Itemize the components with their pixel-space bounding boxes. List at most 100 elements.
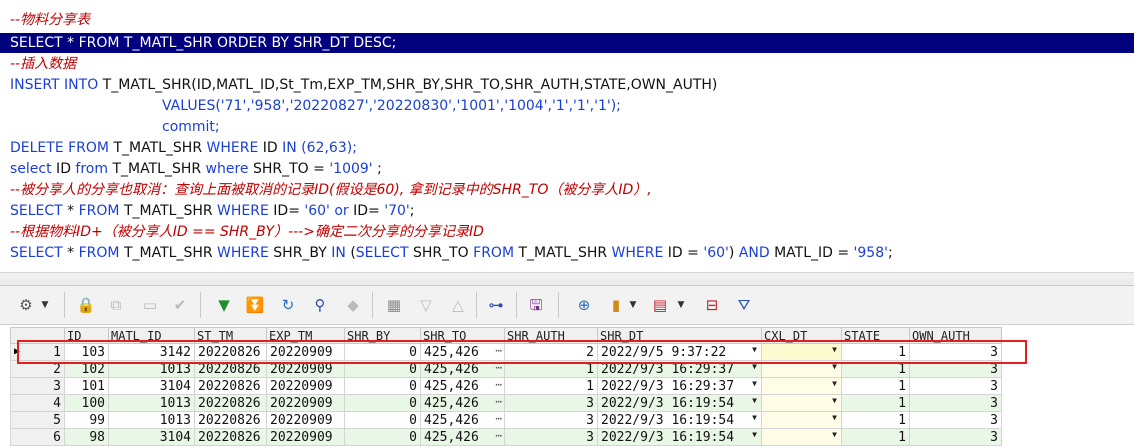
cell-shr-to[interactable]: 425,426 ⋯ [420,394,505,412]
chevron-down-icon[interactable]: ▼ [832,379,837,388]
chevron-down-icon[interactable]: ▼ [40,295,50,315]
filter-icon[interactable]: ⛛ [734,295,754,315]
table-row[interactable]: 2 102 1013 20220826 20220909 0 425,426 ⋯ … [10,360,1002,378]
cell-shr-to[interactable]: 425,426 ⋯ [420,360,505,378]
query-by-example-icon[interactable]: ⚲ [310,295,330,315]
save-icon[interactable]: 🖫 [526,295,546,315]
cell-shr-to[interactable]: 425,426 ⋯ [420,377,505,395]
column-header[interactable]: MATL_ID [108,327,195,344]
cell-shr-auth[interactable]: 3 [504,411,598,429]
cell-cxl-dt[interactable]: ▼ [761,428,842,446]
column-header[interactable]: CXL_DT [761,327,842,344]
cell-matl-id[interactable]: 1013 [108,411,195,429]
cell-st-tm[interactable]: 20220826 [194,343,267,361]
link-icon[interactable]: ⊶ [486,295,506,315]
cell-matl-id[interactable]: 1013 [108,394,195,412]
column-header[interactable]: SHR_AUTH [504,327,598,344]
cell-own-auth[interactable]: 3 [909,428,1002,446]
cell-exp-tm[interactable]: 20220909 [266,428,345,446]
column-header[interactable]: OWN_AUTH [909,327,1002,344]
horizontal-scrollbar[interactable] [0,272,1134,279]
fetch-next-icon[interactable]: ▼ [214,295,234,315]
cell-shr-dt[interactable]: 2022/9/3 16:19:54 ▼ [597,394,762,412]
ellipsis-button[interactable]: ⋯ [495,430,502,443]
select-statement-line[interactable]: SELECT * FROM T_MATL_SHR WHERE SHR_BY IN… [10,243,893,263]
sql-editor[interactable]: --物料分享表 SELECT * FROM T_MATL_SHR ORDER B… [0,0,1134,272]
cell-id[interactable]: 98 [64,428,109,446]
column-header[interactable]: SHR_DT [597,327,762,344]
query-icon[interactable]: ⊕ [574,295,594,315]
row-number[interactable]: 6 [10,428,65,446]
chevron-down-icon[interactable]: ▼ [832,396,837,405]
cell-matl-id[interactable]: 3142 [108,343,195,361]
cell-shr-dt[interactable]: 2022/9/3 16:29:37 ▼ [597,360,762,378]
table-view-icon[interactable]: ▤ [650,295,670,315]
cell-st-tm[interactable]: 20220826 [194,377,267,395]
sort-asc-icon[interactable]: △ [448,295,468,315]
delete-record-icon[interactable]: ▭ [140,295,160,315]
ellipsis-button[interactable]: ⋯ [495,362,502,375]
results-grid[interactable]: ID MATL_ID ST_TM EXP_TM SHR_BY SHR_TO SH… [0,325,1134,446]
cell-own-auth[interactable]: 3 [909,377,1002,395]
cell-cxl-dt[interactable]: ▼ [761,343,842,361]
cell-shr-by[interactable]: 0 [344,428,421,446]
chevron-down-icon[interactable]: ▼ [752,413,757,422]
cell-own-auth[interactable]: 3 [909,360,1002,378]
ellipsis-button[interactable]: ⋯ [495,413,502,426]
ellipsis-button[interactable]: ⋯ [495,396,502,409]
pane-splitter[interactable] [0,279,1134,286]
column-header[interactable]: SHR_TO [420,327,505,344]
chevron-down-icon[interactable]: ▼ [752,430,757,439]
ellipsis-button[interactable]: ⋯ [495,345,502,358]
cell-st-tm[interactable]: 20220826 [194,411,267,429]
cell-matl-id[interactable]: 3104 [108,428,195,446]
cell-st-tm[interactable]: 20220826 [194,428,267,446]
table-row[interactable]: 3 101 3104 20220826 20220909 0 425,426 ⋯ … [10,377,1002,395]
cell-shr-auth[interactable]: 2 [504,343,598,361]
record-view-icon[interactable]: ⊟ [702,295,722,315]
post-icon[interactable]: ✔ [170,295,190,315]
cell-shr-auth[interactable]: 3 [504,428,598,446]
cell-own-auth[interactable]: 3 [909,411,1002,429]
chevron-down-icon[interactable]: ▼ [676,295,686,315]
cell-shr-by[interactable]: 0 [344,394,421,412]
selected-sql-line[interactable]: SELECT * FROM T_MATL_SHR ORDER BY SHR_DT… [0,33,1134,53]
cell-shr-by[interactable]: 0 [344,377,421,395]
cell-id[interactable]: 100 [64,394,109,412]
cell-cxl-dt[interactable]: ▼ [761,377,842,395]
sort-desc-icon[interactable]: ▽ [416,295,436,315]
column-header[interactable]: ID [64,327,109,344]
lock-icon[interactable]: 🔒 [76,295,96,315]
cell-exp-tm[interactable]: 20220909 [266,394,345,412]
cell-state[interactable]: 1 [841,360,910,378]
cell-shr-auth[interactable]: 1 [504,377,598,395]
cell-shr-dt[interactable]: 2022/9/3 16:29:37 ▼ [597,377,762,395]
cell-state[interactable]: 1 [841,377,910,395]
chevron-down-icon[interactable]: ▼ [752,345,757,354]
cell-shr-by[interactable]: 0 [344,343,421,361]
table-row[interactable]: 6 98 3104 20220826 20220909 0 425,426 ⋯ 3… [10,428,1002,446]
column-header[interactable]: ST_TM [194,327,267,344]
select-statement-line[interactable]: SELECT * FROM T_MATL_SHR WHERE ID= '60' … [10,201,414,221]
cell-shr-by[interactable]: 0 [344,411,421,429]
cell-matl-id[interactable]: 1013 [108,360,195,378]
row-number[interactable]: ▶ 1 [10,343,65,361]
cell-id[interactable]: 101 [64,377,109,395]
row-number[interactable]: 3 [10,377,65,395]
column-header[interactable]: STATE [841,327,910,344]
cell-state[interactable]: 1 [841,394,910,412]
cell-cxl-dt[interactable]: ▼ [761,411,842,429]
clear-icon[interactable]: ◆ [343,295,363,315]
delete-statement-line[interactable]: DELETE FROM T_MATL_SHR WHERE ID IN (62,6… [10,138,357,158]
chevron-down-icon[interactable]: ▼ [832,430,837,439]
commit-line[interactable]: commit; [162,117,220,137]
table-row[interactable]: ▶ 1 103 3142 20220826 20220909 0 425,426 ⋯… [10,343,1002,361]
insert-record-icon[interactable]: ⧉ [106,295,126,315]
grid-options-icon[interactable]: ⚙ [16,295,36,315]
cell-st-tm[interactable]: 20220826 [194,360,267,378]
select-statement-line[interactable]: select ID from T_MATL_SHR where SHR_TO =… [10,159,382,179]
chevron-down-icon[interactable]: ▼ [752,396,757,405]
cell-exp-tm[interactable]: 20220909 [266,377,345,395]
cell-exp-tm[interactable]: 20220909 [266,343,345,361]
row-number[interactable]: 5 [10,411,65,429]
